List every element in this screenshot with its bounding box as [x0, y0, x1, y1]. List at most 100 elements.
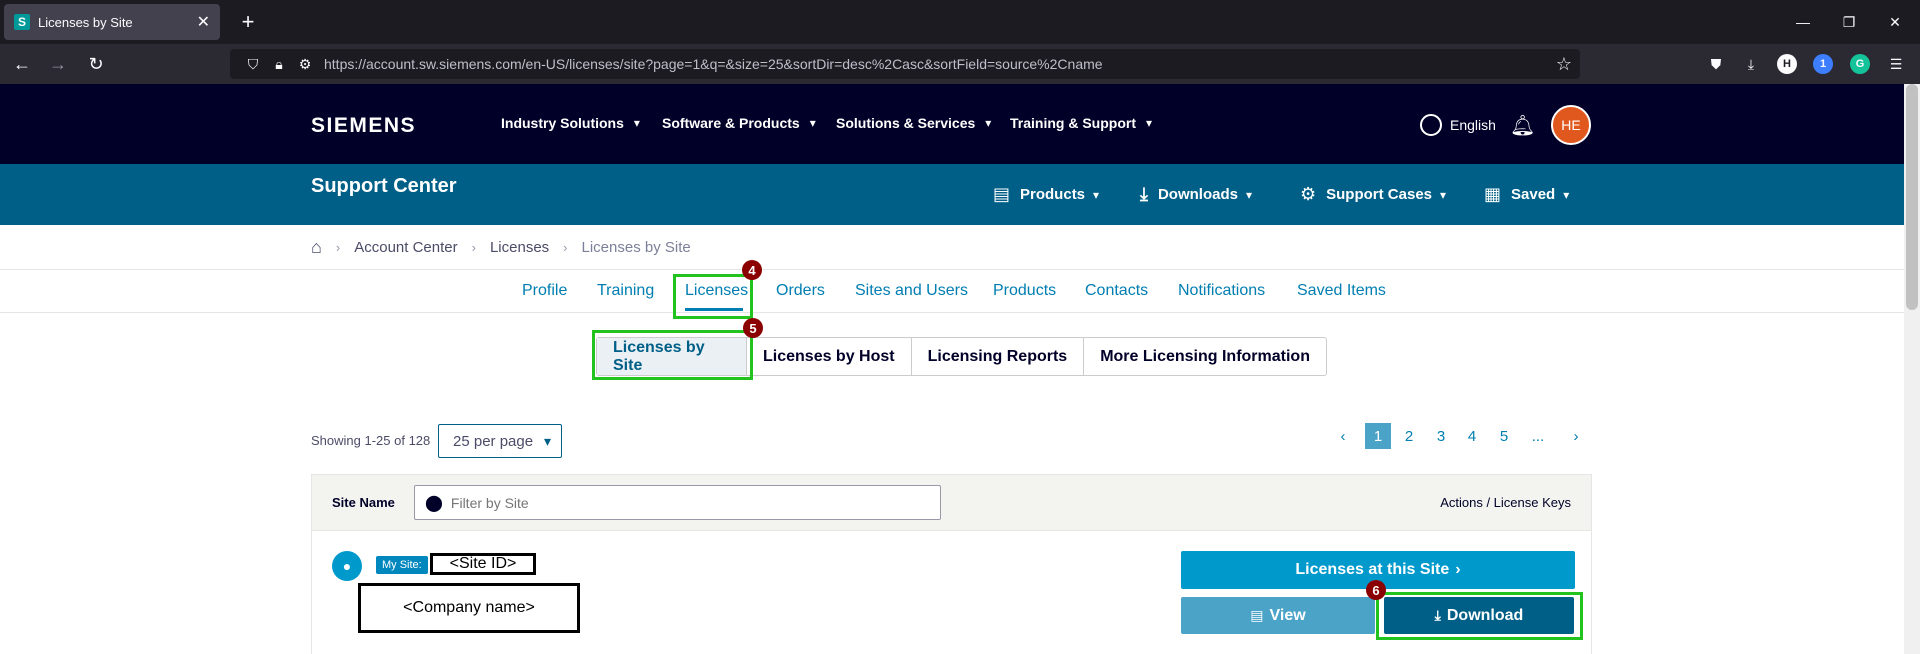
subnav-products[interactable]: Products	[993, 282, 1056, 300]
nav-label: Software & Products	[662, 115, 800, 131]
location-pin-icon: ●	[332, 551, 362, 581]
chevron-right-icon: ›	[1455, 561, 1461, 578]
globe-icon	[1420, 114, 1442, 136]
download-icon[interactable]: ⤓	[1741, 54, 1761, 74]
tab-licenses-by-host[interactable]: Licenses by Host	[747, 338, 912, 375]
menu-label: Products	[1020, 186, 1086, 203]
prev-page-icon[interactable]: ‹	[1330, 423, 1356, 449]
subnav-saved-items[interactable]: Saved Items	[1297, 282, 1386, 300]
my-site-badge: My Site:	[376, 556, 428, 574]
tab-title: Licenses by Site	[38, 14, 133, 30]
breadcrumb: ⌂ › Account Center › Licenses › Licenses…	[311, 236, 691, 258]
support-center-title[interactable]: Support Center	[311, 175, 457, 198]
nav-label: Training & Support	[1010, 115, 1136, 131]
page-1[interactable]: 1	[1365, 423, 1391, 449]
subnav-contacts[interactable]: Contacts	[1085, 282, 1148, 300]
close-window-icon[interactable]: ✕	[1872, 0, 1918, 44]
support-cases-icon: ⚙	[1300, 184, 1317, 204]
showing-count: Showing 1-25 of 128	[311, 433, 431, 448]
url-bar[interactable]: ⛉ 🔒︎ ⚙ https://account.sw.siemens.com/en…	[230, 49, 1580, 79]
tab-more-licensing-information[interactable]: More Licensing Information	[1084, 338, 1326, 375]
highlight-licenses-tab	[673, 274, 753, 319]
lock-icon[interactable]: 🔒︎	[266, 56, 292, 73]
bookmark-star-icon[interactable]: ☆	[1556, 54, 1572, 75]
filter-field[interactable]: ⬤	[414, 485, 941, 520]
site-name-label: Site Name	[332, 495, 395, 510]
chevron-right-icon: ›	[335, 239, 341, 255]
document-icon: ▤	[1250, 607, 1264, 623]
forward-icon[interactable]: →	[42, 50, 74, 78]
reload-icon[interactable]: ↻	[80, 50, 112, 78]
saved-icon: ▦	[1484, 184, 1502, 204]
subnav-sites-and-users[interactable]: Sites and Users	[855, 282, 968, 300]
chevron-down-icon: ▾	[1563, 187, 1570, 202]
downloads-icon: ⤓	[1140, 184, 1148, 204]
actions-license-keys-label: Actions / License Keys	[1440, 495, 1571, 510]
nav-industry-solutions[interactable]: Industry Solutions ▾	[501, 115, 640, 131]
table-header: Site Name ⬤ Actions / License Keys	[311, 474, 1592, 531]
nav-training-support[interactable]: Training & Support ▾	[1010, 115, 1152, 131]
menu-label: Downloads	[1157, 186, 1238, 203]
restore-icon[interactable]: ❐	[1826, 0, 1872, 44]
nav-software-products[interactable]: Software & Products ▾	[662, 115, 816, 131]
view-button[interactable]: ▤ View	[1181, 597, 1375, 634]
menu-support-cases[interactable]: ⚙ Support Cases ▾	[1300, 184, 1446, 205]
browser-tab-bar: S Licenses by Site ✕ + — ❐ ✕	[0, 0, 1920, 44]
divider	[0, 312, 1904, 313]
chevron-down-icon: ▾	[1440, 187, 1447, 202]
minimize-icon[interactable]: —	[1780, 0, 1826, 44]
page-2[interactable]: 2	[1396, 423, 1422, 449]
step-marker-5: 5	[743, 318, 763, 338]
support-center-bar: Support Center ▤ Products ▾ ⤓ Downloads …	[0, 164, 1904, 225]
step-marker-6: 6	[1366, 580, 1386, 600]
back-icon[interactable]: ←	[6, 50, 38, 78]
subnav-profile[interactable]: Profile	[522, 282, 567, 300]
divider	[0, 269, 1904, 270]
siemens-logo[interactable]: SIEMENS	[311, 114, 416, 138]
page-4[interactable]: 4	[1459, 423, 1485, 449]
one-extension-icon[interactable]: 1	[1813, 54, 1833, 74]
button-label: Licenses at this Site	[1295, 561, 1450, 578]
subnav-training[interactable]: Training	[597, 282, 654, 300]
company-name-redaction: <Company name>	[358, 583, 580, 633]
chevron-down-icon: ▾	[633, 116, 640, 130]
h-extension-icon[interactable]: H	[1777, 54, 1797, 74]
home-icon[interactable]: ⌂	[311, 237, 322, 258]
breadcrumb-licenses[interactable]: Licenses	[490, 239, 549, 256]
permissions-icon[interactable]: ⚙	[292, 56, 318, 73]
nav-solutions-services[interactable]: Solutions & Services ▾	[836, 115, 991, 131]
url-text[interactable]: https://account.sw.siemens.com/en-US/lic…	[324, 56, 1103, 72]
products-icon: ▤	[993, 184, 1011, 204]
browser-tab[interactable]: S Licenses by Site ✕	[4, 4, 220, 40]
page-3[interactable]: 3	[1428, 423, 1454, 449]
menu-products[interactable]: ▤ Products ▾	[993, 184, 1099, 205]
pocket-icon[interactable]: ⛊	[1706, 54, 1726, 74]
chevron-down-icon: ▾	[1146, 116, 1153, 130]
site-id-redaction: <Site ID>	[430, 553, 536, 575]
button-label: View	[1269, 606, 1306, 624]
shield-icon[interactable]: ⛉	[240, 56, 266, 73]
notifications-bell-icon[interactable]: 🔔︎	[1510, 113, 1535, 138]
new-tab-icon[interactable]: +	[234, 8, 262, 36]
user-avatar[interactable]: HE	[1551, 105, 1591, 145]
menu-downloads[interactable]: ⤓ Downloads ▾	[1140, 184, 1252, 205]
grammarly-icon[interactable]: G	[1850, 54, 1870, 74]
subnav-orders[interactable]: Orders	[776, 282, 825, 300]
language-selector[interactable]: English	[1420, 114, 1496, 136]
close-tab-icon[interactable]: ✕	[197, 12, 210, 32]
language-label: English	[1450, 117, 1496, 133]
page-5[interactable]: 5	[1491, 423, 1517, 449]
filter-by-site-input[interactable]	[450, 494, 931, 511]
browser-nav-bar: ← → ↻ ⛉ 🔒︎ ⚙ https://account.sw.siemens.…	[0, 44, 1920, 84]
scrollbar-thumb[interactable]	[1906, 84, 1918, 310]
menu-icon[interactable]: ☰	[1886, 54, 1906, 74]
tab-licensing-reports[interactable]: Licensing Reports	[912, 338, 1085, 375]
nav-label: Solutions & Services	[836, 115, 976, 131]
per-page-select[interactable]: 25 per page ▾	[438, 424, 562, 458]
chevron-down-icon: ▾	[809, 116, 816, 130]
menu-saved[interactable]: ▦ Saved ▾	[1484, 184, 1569, 205]
subnav-notifications[interactable]: Notifications	[1178, 282, 1265, 300]
next-page-icon[interactable]: ›	[1563, 423, 1589, 449]
chevron-down-icon: ▾	[985, 116, 992, 130]
breadcrumb-account-center[interactable]: Account Center	[354, 239, 457, 256]
